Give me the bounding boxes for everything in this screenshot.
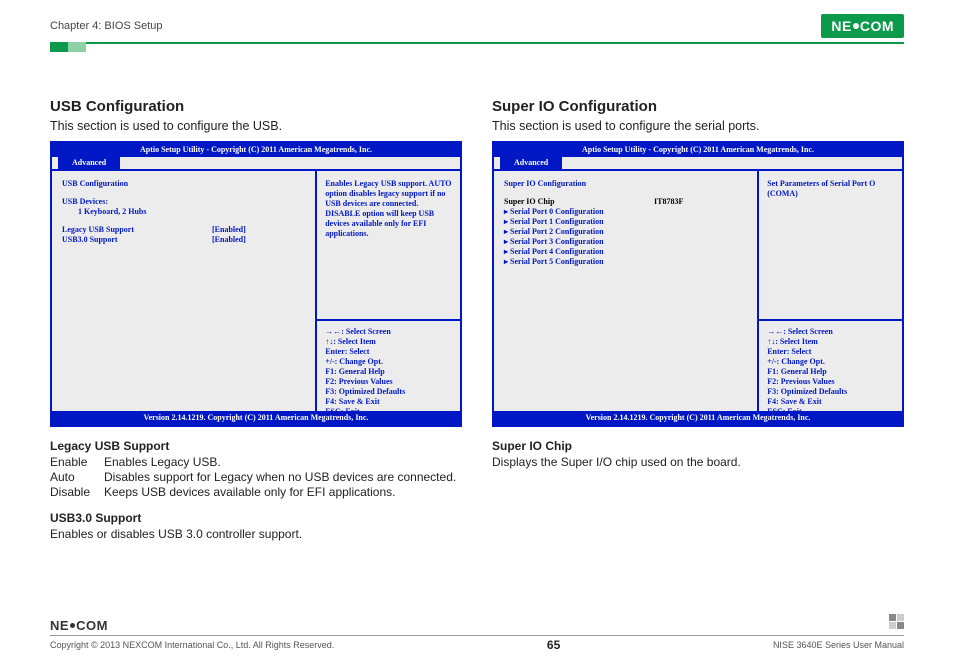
subtext-usb3: Enables or disables USB 3.0 controller s… xyxy=(50,527,462,541)
chapter-label: Chapter 4: BIOS Setup xyxy=(50,20,163,32)
bios-menu-serial-port-3[interactable]: Serial Port 3 Configuration xyxy=(504,237,749,247)
def-desc: Disables support for Legacy when no USB … xyxy=(104,470,462,484)
header-tab-marker xyxy=(50,42,86,52)
bios-key-hint: F1: General Help xyxy=(767,367,894,377)
bios-tab-bar: Advanced xyxy=(494,157,902,171)
bios-heading: USB Configuration xyxy=(62,179,307,189)
bios-key-hint: ↑↓: Select Item xyxy=(325,337,452,347)
bios-key-hint: F4: Save & Exit xyxy=(767,397,894,407)
def-row: Enable Enables Legacy USB. xyxy=(50,455,462,469)
section-title: Super IO Configuration xyxy=(492,98,904,115)
bios-tab-bar: Advanced xyxy=(52,157,460,171)
footer-manual-name: NISE 3640E Series User Manual xyxy=(773,640,904,650)
section-lead: This section is used to configure the US… xyxy=(50,119,462,133)
bios-key-hint: F2: Previous Values xyxy=(767,377,894,387)
subhead-superio-chip: Super IO Chip xyxy=(492,439,904,453)
bios-key-hint: F3: Optimized Defaults xyxy=(325,387,452,397)
bios-key-hint: →←: Select Screen xyxy=(767,327,894,337)
section-lead: This section is used to configure the se… xyxy=(492,119,904,133)
bios-heading: Super IO Configuration xyxy=(504,179,749,189)
bios-menu-serial-port-4[interactable]: Serial Port 4 Configuration xyxy=(504,247,749,257)
bios-main-pane: Super IO Configuration Super IO Chip IT8… xyxy=(494,171,759,411)
def-term: Enable xyxy=(50,455,104,469)
bios-panel-superio: Aptio Setup Utility - Copyright (C) 2011… xyxy=(492,141,904,427)
bios-tab-advanced[interactable]: Advanced xyxy=(58,157,120,169)
footer-brand-logo: NECOM xyxy=(50,618,904,633)
bios-menu-serial-port-2[interactable]: Serial Port 2 Configuration xyxy=(504,227,749,237)
bios-keys-pane: →←: Select Screen ↑↓: Select Item Enter:… xyxy=(317,321,460,411)
bios-menu-serial-port-1[interactable]: Serial Port 1 Configuration xyxy=(504,217,749,227)
bios-key-hint: +/-: Change Opt. xyxy=(325,357,452,367)
bios-key-hint: Enter: Select xyxy=(325,347,452,357)
bios-key-hint: F3: Optimized Defaults xyxy=(767,387,894,397)
def-desc: Enables Legacy USB. xyxy=(104,455,462,469)
page-number: 65 xyxy=(547,638,560,652)
bios-panel-usb: Aptio Setup Utility - Copyright (C) 2011… xyxy=(50,141,462,427)
def-row: Disable Keeps USB devices available only… xyxy=(50,485,462,499)
bios-row-label: USB3.0 Support xyxy=(62,235,212,245)
bios-devices-value: 1 Keyboard, 2 Hubs xyxy=(62,207,307,217)
bios-menu-serial-port-0[interactable]: Serial Port 0 Configuration xyxy=(504,207,749,217)
left-column: USB Configuration This section is used t… xyxy=(50,98,462,541)
subhead-legacy-usb: Legacy USB Support xyxy=(50,439,462,453)
bios-devices-label: USB Devices: xyxy=(62,197,307,207)
right-column: Super IO Configuration This section is u… xyxy=(492,98,904,541)
bios-row-label: Legacy USB Support xyxy=(62,225,212,235)
bios-chip-value: IT8783F xyxy=(654,197,749,207)
def-desc: Keeps USB devices available only for EFI… xyxy=(104,485,462,499)
def-row: Auto Disables support for Legacy when no… xyxy=(50,470,462,484)
def-term: Disable xyxy=(50,485,104,499)
bios-row-value: [Enabled] xyxy=(212,225,307,235)
subhead-usb3: USB3.0 Support xyxy=(50,511,462,525)
bios-row-value: [Enabled] xyxy=(212,235,307,245)
bios-row-usb3[interactable]: USB3.0 Support [Enabled] xyxy=(62,235,307,245)
bios-row-legacy-usb[interactable]: Legacy USB Support [Enabled] xyxy=(62,225,307,235)
def-term: Auto xyxy=(50,470,104,484)
bios-key-hint: ↑↓: Select Item xyxy=(767,337,894,347)
bios-title: Aptio Setup Utility - Copyright (C) 2011… xyxy=(52,143,460,157)
bios-menu-serial-port-5[interactable]: Serial Port 5 Configuration xyxy=(504,257,749,267)
footer-squares-icon xyxy=(889,614,904,629)
bios-key-hint: F4: Save & Exit xyxy=(325,397,452,407)
footer-copyright: Copyright © 2013 NEXCOM International Co… xyxy=(50,640,334,650)
section-title: USB Configuration xyxy=(50,98,462,115)
bios-key-hint: F2: Previous Values xyxy=(325,377,452,387)
bios-tab-advanced[interactable]: Advanced xyxy=(500,157,562,169)
brand-logo: NE COM xyxy=(821,14,904,38)
subtext-superio-chip: Displays the Super I/O chip used on the … xyxy=(492,455,904,469)
bios-main-pane: USB Configuration USB Devices: 1 Keyboar… xyxy=(52,171,317,411)
bios-key-hint: Enter: Select xyxy=(767,347,894,357)
bios-chip-label: Super IO Chip xyxy=(504,197,654,207)
bios-key-hint: F1: General Help xyxy=(325,367,452,377)
bios-keys-pane: →←: Select Screen ↑↓: Select Item Enter:… xyxy=(759,321,902,411)
bios-help-pane: Enables Legacy USB support. AUTO option … xyxy=(317,171,460,321)
bios-key-hint: +/-: Change Opt. xyxy=(767,357,894,367)
bios-help-pane: Set Parameters of Serial Port O (COMA) xyxy=(759,171,902,321)
bios-key-hint: →←: Select Screen xyxy=(325,327,452,337)
bios-title: Aptio Setup Utility - Copyright (C) 2011… xyxy=(494,143,902,157)
